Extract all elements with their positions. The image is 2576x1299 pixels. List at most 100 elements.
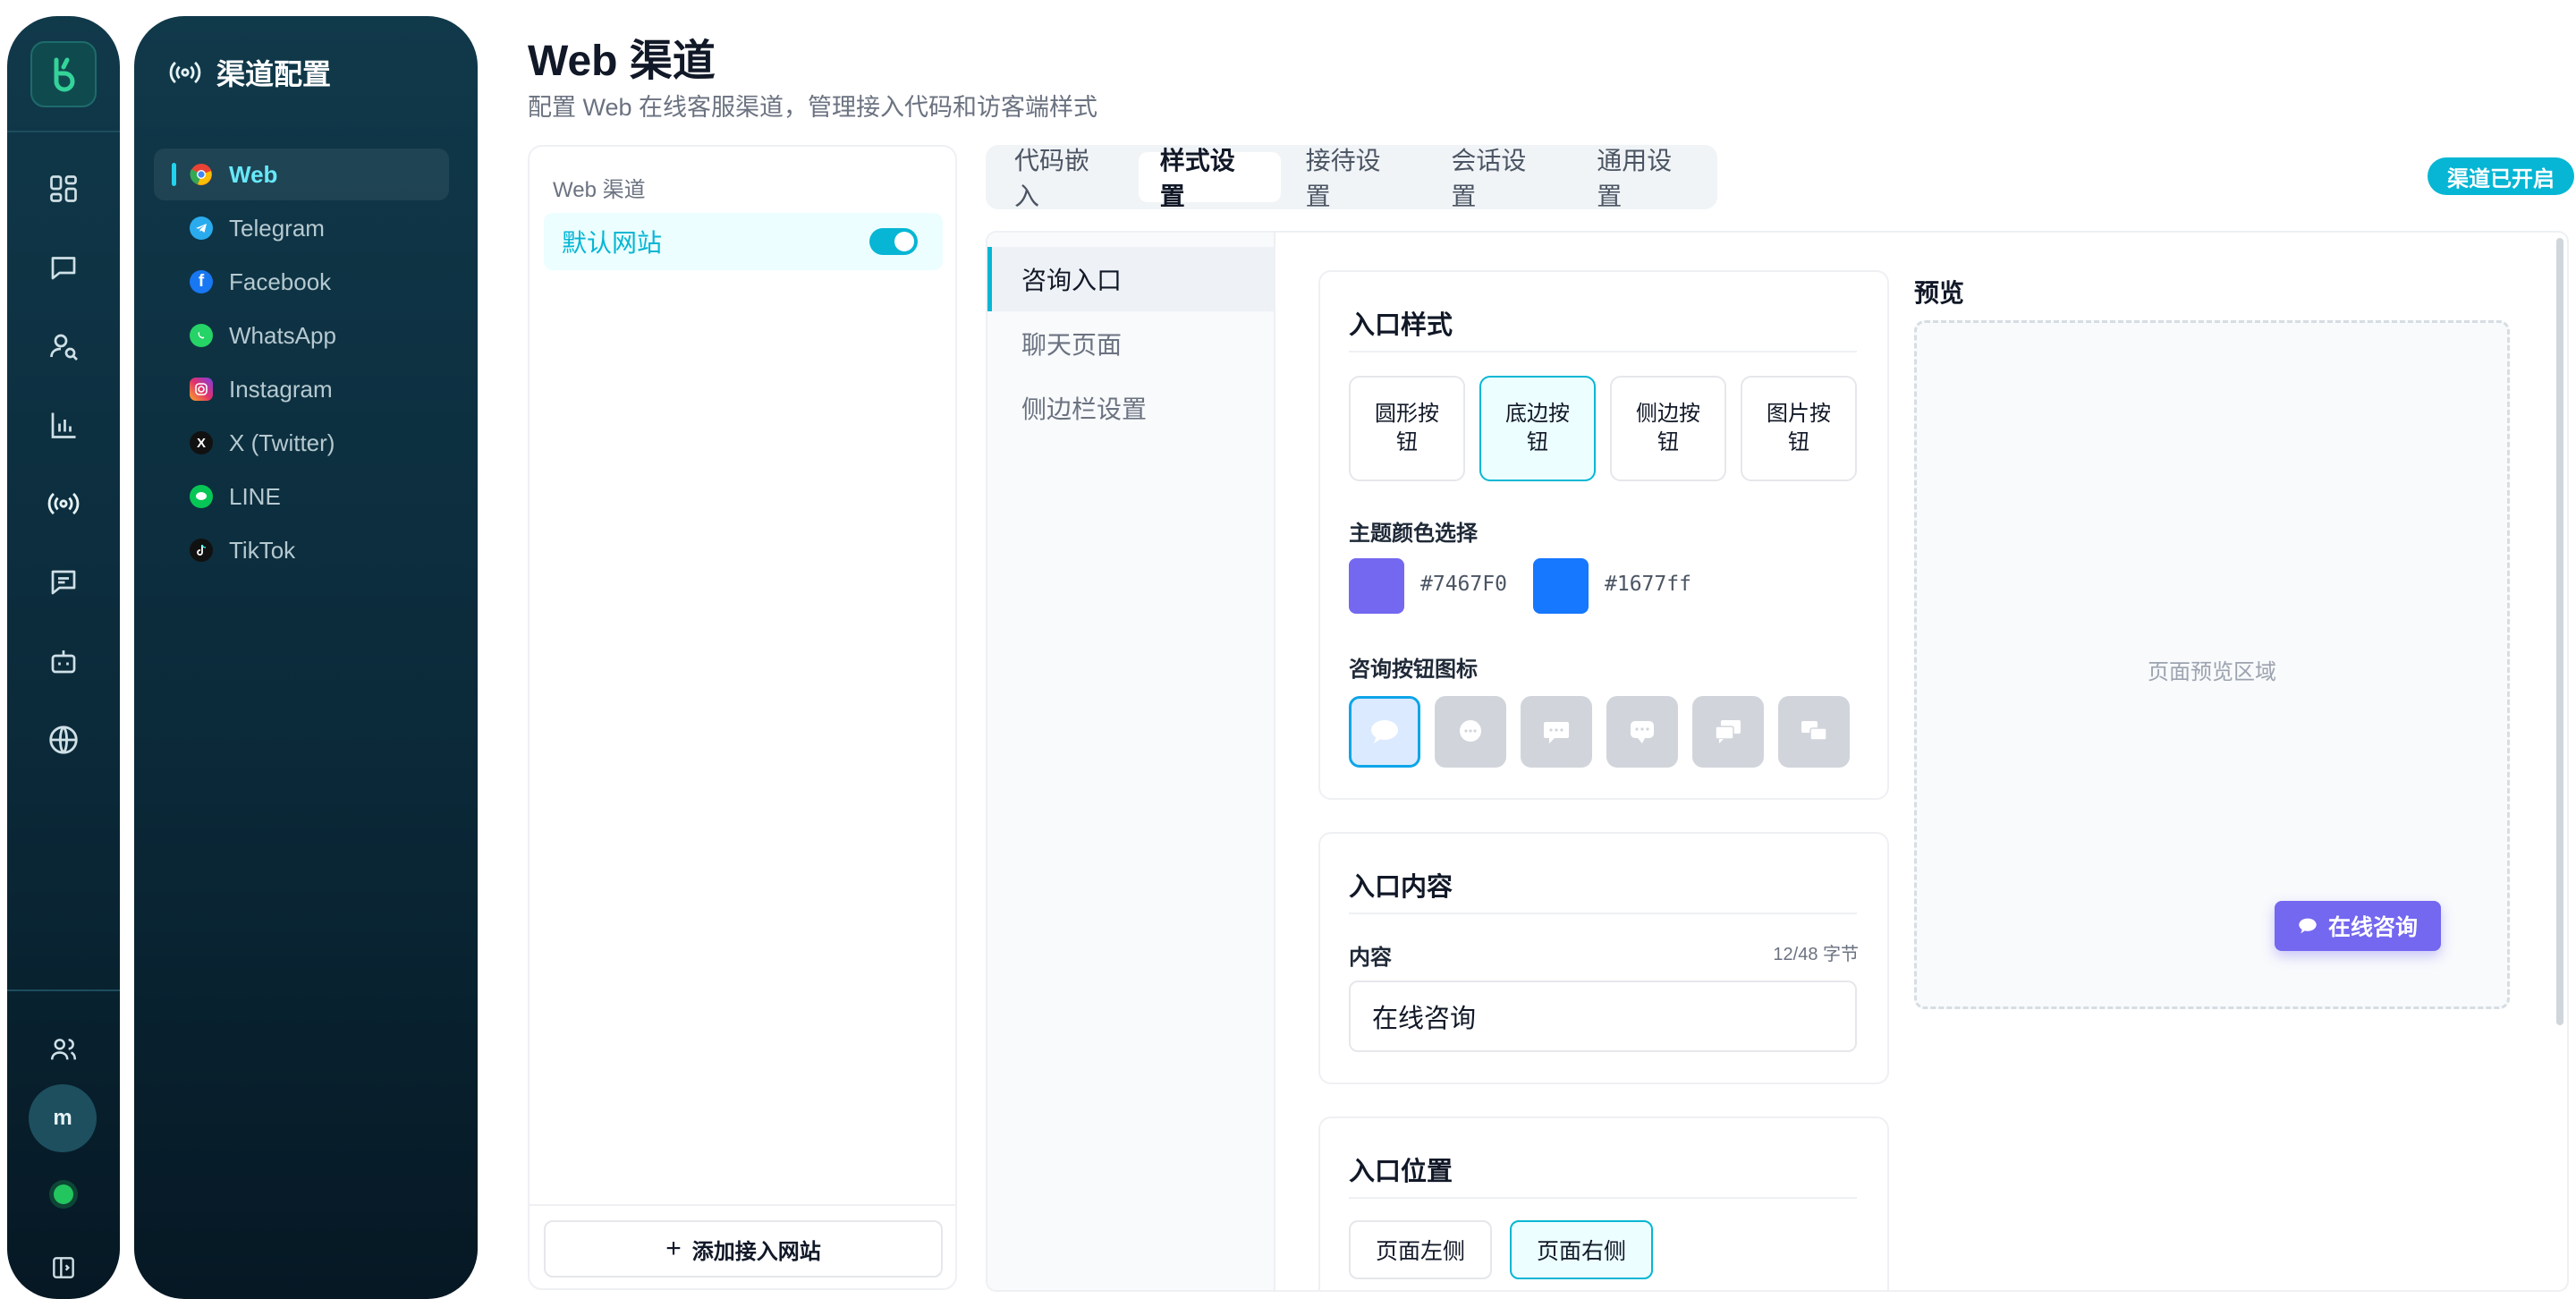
sidebar-item-x-twitter[interactable]: X X (Twitter) — [154, 417, 449, 469]
tiktok-icon — [190, 539, 213, 562]
style-settings-panel: 咨询入口 聊天页面 侧边栏设置 入口样式 圆形按钮 底边按钮 侧边按钮 图片按钮… — [986, 231, 2569, 1292]
panel-divider — [530, 1204, 955, 1206]
card-divider — [1349, 351, 1857, 352]
sidebar-item-tiktok[interactable]: TikTok — [154, 524, 449, 576]
tab-session-settings[interactable]: 会话设置 — [1429, 147, 1572, 210]
content-char-count: 12/48 字节 — [1773, 945, 1859, 964]
site-enabled-toggle[interactable] — [869, 228, 918, 255]
channels-icon[interactable] — [43, 483, 84, 524]
add-site-button[interactable]: + 添加接入网站 — [544, 1220, 943, 1278]
preview-placeholder: 页面预览区域 — [2148, 660, 2276, 684]
style-option-side-button[interactable]: 侧边按钮 — [1610, 376, 1726, 481]
sidebar-item-web[interactable]: Web — [154, 149, 449, 200]
subnav-item-chat-page[interactable]: 聊天页面 — [987, 311, 1274, 376]
style-option-bottom-button[interactable]: 底边按钮 — [1479, 376, 1596, 481]
tab-style-settings[interactable]: 样式设置 — [1138, 147, 1281, 210]
dots-bubble-icon[interactable] — [1521, 696, 1592, 768]
team-icon[interactable] — [43, 1029, 84, 1070]
sidebar-item-label: Web — [229, 160, 278, 188]
preview-consult-button[interactable]: 在线咨询 — [2275, 901, 2442, 951]
icon-rail: m — [7, 16, 120, 1299]
rail-divider — [7, 131, 120, 132]
sidebar-item-label: Telegram — [229, 214, 325, 242]
style-option-image-button[interactable]: 图片按钮 — [1741, 376, 1857, 481]
content-input[interactable]: 在线咨询 — [1349, 981, 1857, 1052]
facebook-icon: f — [190, 270, 213, 293]
channel-status-badge: 渠道已开启 — [2428, 157, 2574, 195]
sidebar-item-telegram[interactable]: Telegram — [154, 202, 449, 254]
entry-content-card: 入口内容 内容 12/48 字节 在线咨询 — [1318, 832, 1889, 1084]
site-list-item[interactable]: 默认网站 — [544, 213, 943, 270]
logo-icon — [54, 57, 75, 92]
tab-code-embed[interactable]: 代码嵌入 — [993, 147, 1135, 210]
multi-bubble-icon[interactable] — [1778, 696, 1850, 768]
sidebar-title: 渠道配置 — [216, 58, 332, 90]
dashboard-icon[interactable] — [43, 168, 84, 209]
position-right-button[interactable]: 页面右侧 — [1510, 1220, 1654, 1279]
plus-icon: + — [665, 1234, 682, 1263]
sidebar-item-label: TikTok — [229, 536, 296, 564]
style-subnav: 咨询入口 聊天页面 侧边栏设置 — [987, 233, 1275, 1290]
subnav-item-sidebar[interactable]: 侧边栏设置 — [987, 376, 1274, 440]
entry-position-title: 入口位置 — [1349, 1158, 1453, 1186]
preview-button-label: 在线咨询 — [2328, 915, 2419, 940]
speech-bubble-icon[interactable] — [1349, 696, 1420, 768]
sidebar-item-instagram[interactable]: Instagram — [154, 363, 449, 415]
collapse-sidebar-icon[interactable] — [43, 1247, 84, 1288]
color-swatch-blue[interactable] — [1533, 558, 1589, 614]
tab-general-settings[interactable]: 通用设置 — [1575, 147, 1717, 210]
app-logo[interactable] — [30, 41, 97, 107]
theme-color-label: 主题颜色选择 — [1349, 522, 1478, 546]
page-subtitle: 配置 Web 在线客服渠道，管理接入代码和访客端样式 — [528, 94, 1098, 121]
rail-divider — [7, 989, 120, 991]
bot-icon[interactable] — [43, 641, 84, 682]
whatsapp-icon — [190, 324, 213, 347]
color-swatch-purple[interactable] — [1349, 558, 1404, 614]
site-name: 默认网站 — [562, 229, 663, 257]
card-divider — [1349, 1197, 1857, 1199]
scrollbar[interactable] — [2556, 238, 2563, 1025]
sidebar-item-label: WhatsApp — [229, 321, 336, 349]
contacts-search-icon[interactable] — [43, 326, 84, 367]
color-hex-purple: #7467F0 — [1420, 573, 1507, 596]
line-icon — [190, 485, 213, 508]
sites-panel: Web 渠道 默认网站 + 添加接入网站 — [528, 145, 957, 1290]
card-divider — [1349, 913, 1857, 914]
sidebar-item-label: Facebook — [229, 267, 332, 295]
sidebar-item-label: Instagram — [229, 375, 333, 403]
x-icon: X — [190, 431, 213, 454]
add-site-label: 添加接入网站 — [691, 1239, 821, 1264]
user-avatar[interactable]: m — [29, 1084, 97, 1152]
channels-icon — [169, 61, 201, 84]
instagram-icon — [190, 378, 213, 401]
square-bubble-icon[interactable] — [1606, 696, 1678, 768]
entry-content-title: 入口内容 — [1349, 873, 1453, 902]
sidebar-item-whatsapp[interactable]: WhatsApp — [154, 310, 449, 361]
channel-sidebar: 渠道配置 Web Telegram f Facebook WhatsApp In… — [134, 16, 478, 1299]
position-left-button[interactable]: 页面左侧 — [1349, 1220, 1493, 1279]
settings-tabs: 代码嵌入 样式设置 接待设置 会话设置 通用设置 — [986, 145, 1717, 210]
messages-icon[interactable] — [43, 562, 84, 603]
preview-title: 预览 — [1914, 279, 1965, 307]
sidebar-item-line[interactable]: LINE — [154, 471, 449, 522]
entry-style-title: 入口样式 — [1349, 311, 1453, 340]
sites-heading: Web 渠道 — [553, 178, 646, 202]
speech-bubble-icon — [2299, 918, 2317, 934]
sidebar-item-label: LINE — [229, 482, 281, 510]
color-hex-blue: #1677ff — [1605, 573, 1691, 596]
sidebar-item-facebook[interactable]: f Facebook — [154, 256, 449, 308]
style-option-circle-button[interactable]: 圆形按钮 — [1349, 376, 1465, 481]
content-field-label: 内容 — [1349, 946, 1392, 970]
tab-reception-settings[interactable]: 接待设置 — [1284, 147, 1427, 210]
analytics-icon[interactable] — [43, 404, 84, 446]
double-bubble-icon[interactable] — [1692, 696, 1764, 768]
subnav-item-entry[interactable]: 咨询入口 — [987, 247, 1274, 311]
round-bubble-icon[interactable] — [1435, 696, 1506, 768]
chat-icon[interactable] — [43, 247, 84, 288]
sidebar-item-label: X (Twitter) — [229, 429, 335, 456]
online-status-indicator — [54, 1184, 73, 1204]
telegram-icon — [190, 216, 213, 240]
page-title: Web 渠道 — [528, 38, 716, 85]
globe-icon[interactable] — [43, 719, 84, 760]
chat-icon-label: 咨询按钮图标 — [1349, 658, 1478, 682]
